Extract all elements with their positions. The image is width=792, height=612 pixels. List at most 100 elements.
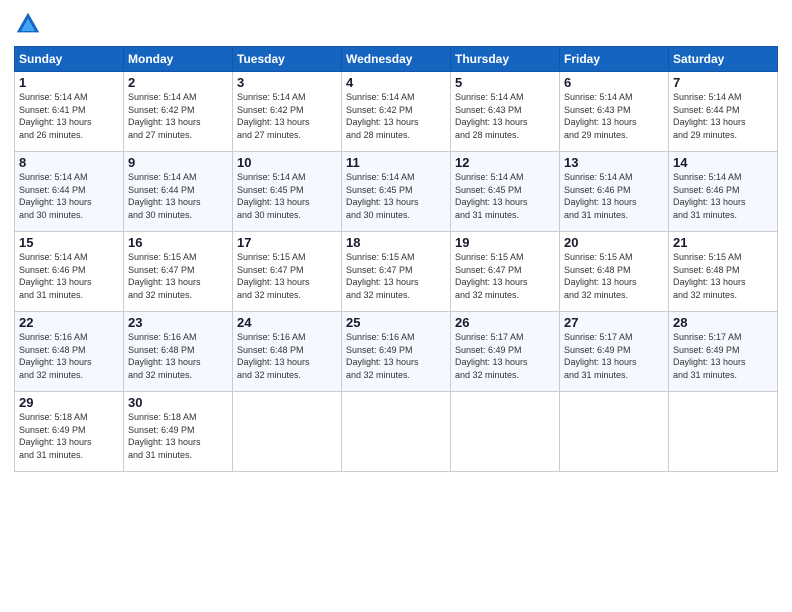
calendar-day: 20 Sunrise: 5:15 AMSunset: 6:48 PMDaylig… [560,232,669,312]
day-number: 18 [346,235,446,250]
calendar-day: 26 Sunrise: 5:17 AMSunset: 6:49 PMDaylig… [451,312,560,392]
calendar-day: 8 Sunrise: 5:14 AMSunset: 6:44 PMDayligh… [15,152,124,232]
day-number: 4 [346,75,446,90]
calendar-day: 28 Sunrise: 5:17 AMSunset: 6:49 PMDaylig… [669,312,778,392]
day-info: Sunrise: 5:14 AMSunset: 6:42 PMDaylight:… [346,92,419,140]
day-info: Sunrise: 5:18 AMSunset: 6:49 PMDaylight:… [19,412,92,460]
calendar-day: 10 Sunrise: 5:14 AMSunset: 6:45 PMDaylig… [233,152,342,232]
calendar-day: 29 Sunrise: 5:18 AMSunset: 6:49 PMDaylig… [15,392,124,472]
weekday-header: Saturday [669,47,778,72]
calendar-day: 23 Sunrise: 5:16 AMSunset: 6:48 PMDaylig… [124,312,233,392]
calendar-day: 27 Sunrise: 5:17 AMSunset: 6:49 PMDaylig… [560,312,669,392]
day-info: Sunrise: 5:14 AMSunset: 6:44 PMDaylight:… [673,92,746,140]
calendar-day: 5 Sunrise: 5:14 AMSunset: 6:43 PMDayligh… [451,72,560,152]
calendar-day: 13 Sunrise: 5:14 AMSunset: 6:46 PMDaylig… [560,152,669,232]
calendar-day: 30 Sunrise: 5:18 AMSunset: 6:49 PMDaylig… [124,392,233,472]
weekday-header: Monday [124,47,233,72]
day-number: 12 [455,155,555,170]
day-number: 6 [564,75,664,90]
day-info: Sunrise: 5:14 AMSunset: 6:43 PMDaylight:… [455,92,528,140]
calendar-body: 1 Sunrise: 5:14 AMSunset: 6:41 PMDayligh… [15,72,778,472]
day-number: 19 [455,235,555,250]
day-info: Sunrise: 5:15 AMSunset: 6:47 PMDaylight:… [455,252,528,300]
day-number: 21 [673,235,773,250]
weekday-header: Wednesday [342,47,451,72]
weekday-header: Friday [560,47,669,72]
day-info: Sunrise: 5:16 AMSunset: 6:49 PMDaylight:… [346,332,419,380]
day-number: 5 [455,75,555,90]
weekday-header: Sunday [15,47,124,72]
calendar-day: 9 Sunrise: 5:14 AMSunset: 6:44 PMDayligh… [124,152,233,232]
weekday-header: Tuesday [233,47,342,72]
day-info: Sunrise: 5:14 AMSunset: 6:42 PMDaylight:… [128,92,201,140]
day-number: 27 [564,315,664,330]
logo-icon [14,10,42,38]
weekday-row: SundayMondayTuesdayWednesdayThursdayFrid… [15,47,778,72]
day-number: 9 [128,155,228,170]
day-info: Sunrise: 5:16 AMSunset: 6:48 PMDaylight:… [128,332,201,380]
day-info: Sunrise: 5:14 AMSunset: 6:44 PMDaylight:… [19,172,92,220]
day-number: 26 [455,315,555,330]
calendar-day: 3 Sunrise: 5:14 AMSunset: 6:42 PMDayligh… [233,72,342,152]
calendar-week-row: 29 Sunrise: 5:18 AMSunset: 6:49 PMDaylig… [15,392,778,472]
calendar-day: 6 Sunrise: 5:14 AMSunset: 6:43 PMDayligh… [560,72,669,152]
day-number: 17 [237,235,337,250]
calendar-day: 22 Sunrise: 5:16 AMSunset: 6:48 PMDaylig… [15,312,124,392]
day-info: Sunrise: 5:14 AMSunset: 6:45 PMDaylight:… [455,172,528,220]
day-info: Sunrise: 5:14 AMSunset: 6:45 PMDaylight:… [346,172,419,220]
day-info: Sunrise: 5:15 AMSunset: 6:48 PMDaylight:… [673,252,746,300]
calendar-day: 15 Sunrise: 5:14 AMSunset: 6:46 PMDaylig… [15,232,124,312]
calendar-day: 16 Sunrise: 5:15 AMSunset: 6:47 PMDaylig… [124,232,233,312]
empty-day [342,392,451,472]
day-info: Sunrise: 5:14 AMSunset: 6:41 PMDaylight:… [19,92,92,140]
calendar: SundayMondayTuesdayWednesdayThursdayFrid… [14,46,778,472]
calendar-day: 14 Sunrise: 5:14 AMSunset: 6:46 PMDaylig… [669,152,778,232]
header [14,10,778,38]
calendar-day: 17 Sunrise: 5:15 AMSunset: 6:47 PMDaylig… [233,232,342,312]
calendar-day: 21 Sunrise: 5:15 AMSunset: 6:48 PMDaylig… [669,232,778,312]
day-number: 3 [237,75,337,90]
day-number: 28 [673,315,773,330]
calendar-header: SundayMondayTuesdayWednesdayThursdayFrid… [15,47,778,72]
calendar-week-row: 15 Sunrise: 5:14 AMSunset: 6:46 PMDaylig… [15,232,778,312]
calendar-day: 19 Sunrise: 5:15 AMSunset: 6:47 PMDaylig… [451,232,560,312]
day-number: 7 [673,75,773,90]
day-number: 20 [564,235,664,250]
day-number: 24 [237,315,337,330]
calendar-day: 2 Sunrise: 5:14 AMSunset: 6:42 PMDayligh… [124,72,233,152]
day-info: Sunrise: 5:14 AMSunset: 6:43 PMDaylight:… [564,92,637,140]
empty-day [669,392,778,472]
calendar-day: 1 Sunrise: 5:14 AMSunset: 6:41 PMDayligh… [15,72,124,152]
empty-day [451,392,560,472]
calendar-week-row: 22 Sunrise: 5:16 AMSunset: 6:48 PMDaylig… [15,312,778,392]
day-info: Sunrise: 5:18 AMSunset: 6:49 PMDaylight:… [128,412,201,460]
day-info: Sunrise: 5:16 AMSunset: 6:48 PMDaylight:… [19,332,92,380]
day-info: Sunrise: 5:15 AMSunset: 6:47 PMDaylight:… [346,252,419,300]
calendar-day: 25 Sunrise: 5:16 AMSunset: 6:49 PMDaylig… [342,312,451,392]
day-number: 22 [19,315,119,330]
calendar-week-row: 8 Sunrise: 5:14 AMSunset: 6:44 PMDayligh… [15,152,778,232]
day-info: Sunrise: 5:15 AMSunset: 6:47 PMDaylight:… [237,252,310,300]
calendar-day: 12 Sunrise: 5:14 AMSunset: 6:45 PMDaylig… [451,152,560,232]
day-info: Sunrise: 5:17 AMSunset: 6:49 PMDaylight:… [455,332,528,380]
calendar-day: 24 Sunrise: 5:16 AMSunset: 6:48 PMDaylig… [233,312,342,392]
day-number: 10 [237,155,337,170]
day-number: 14 [673,155,773,170]
empty-day [560,392,669,472]
day-number: 30 [128,395,228,410]
empty-day [233,392,342,472]
day-info: Sunrise: 5:17 AMSunset: 6:49 PMDaylight:… [564,332,637,380]
weekday-header: Thursday [451,47,560,72]
day-info: Sunrise: 5:14 AMSunset: 6:44 PMDaylight:… [128,172,201,220]
day-number: 11 [346,155,446,170]
day-number: 25 [346,315,446,330]
day-number: 23 [128,315,228,330]
day-number: 13 [564,155,664,170]
day-number: 2 [128,75,228,90]
calendar-day: 7 Sunrise: 5:14 AMSunset: 6:44 PMDayligh… [669,72,778,152]
day-number: 1 [19,75,119,90]
day-info: Sunrise: 5:14 AMSunset: 6:46 PMDaylight:… [19,252,92,300]
day-info: Sunrise: 5:14 AMSunset: 6:46 PMDaylight:… [564,172,637,220]
day-info: Sunrise: 5:14 AMSunset: 6:46 PMDaylight:… [673,172,746,220]
logo [14,10,44,38]
